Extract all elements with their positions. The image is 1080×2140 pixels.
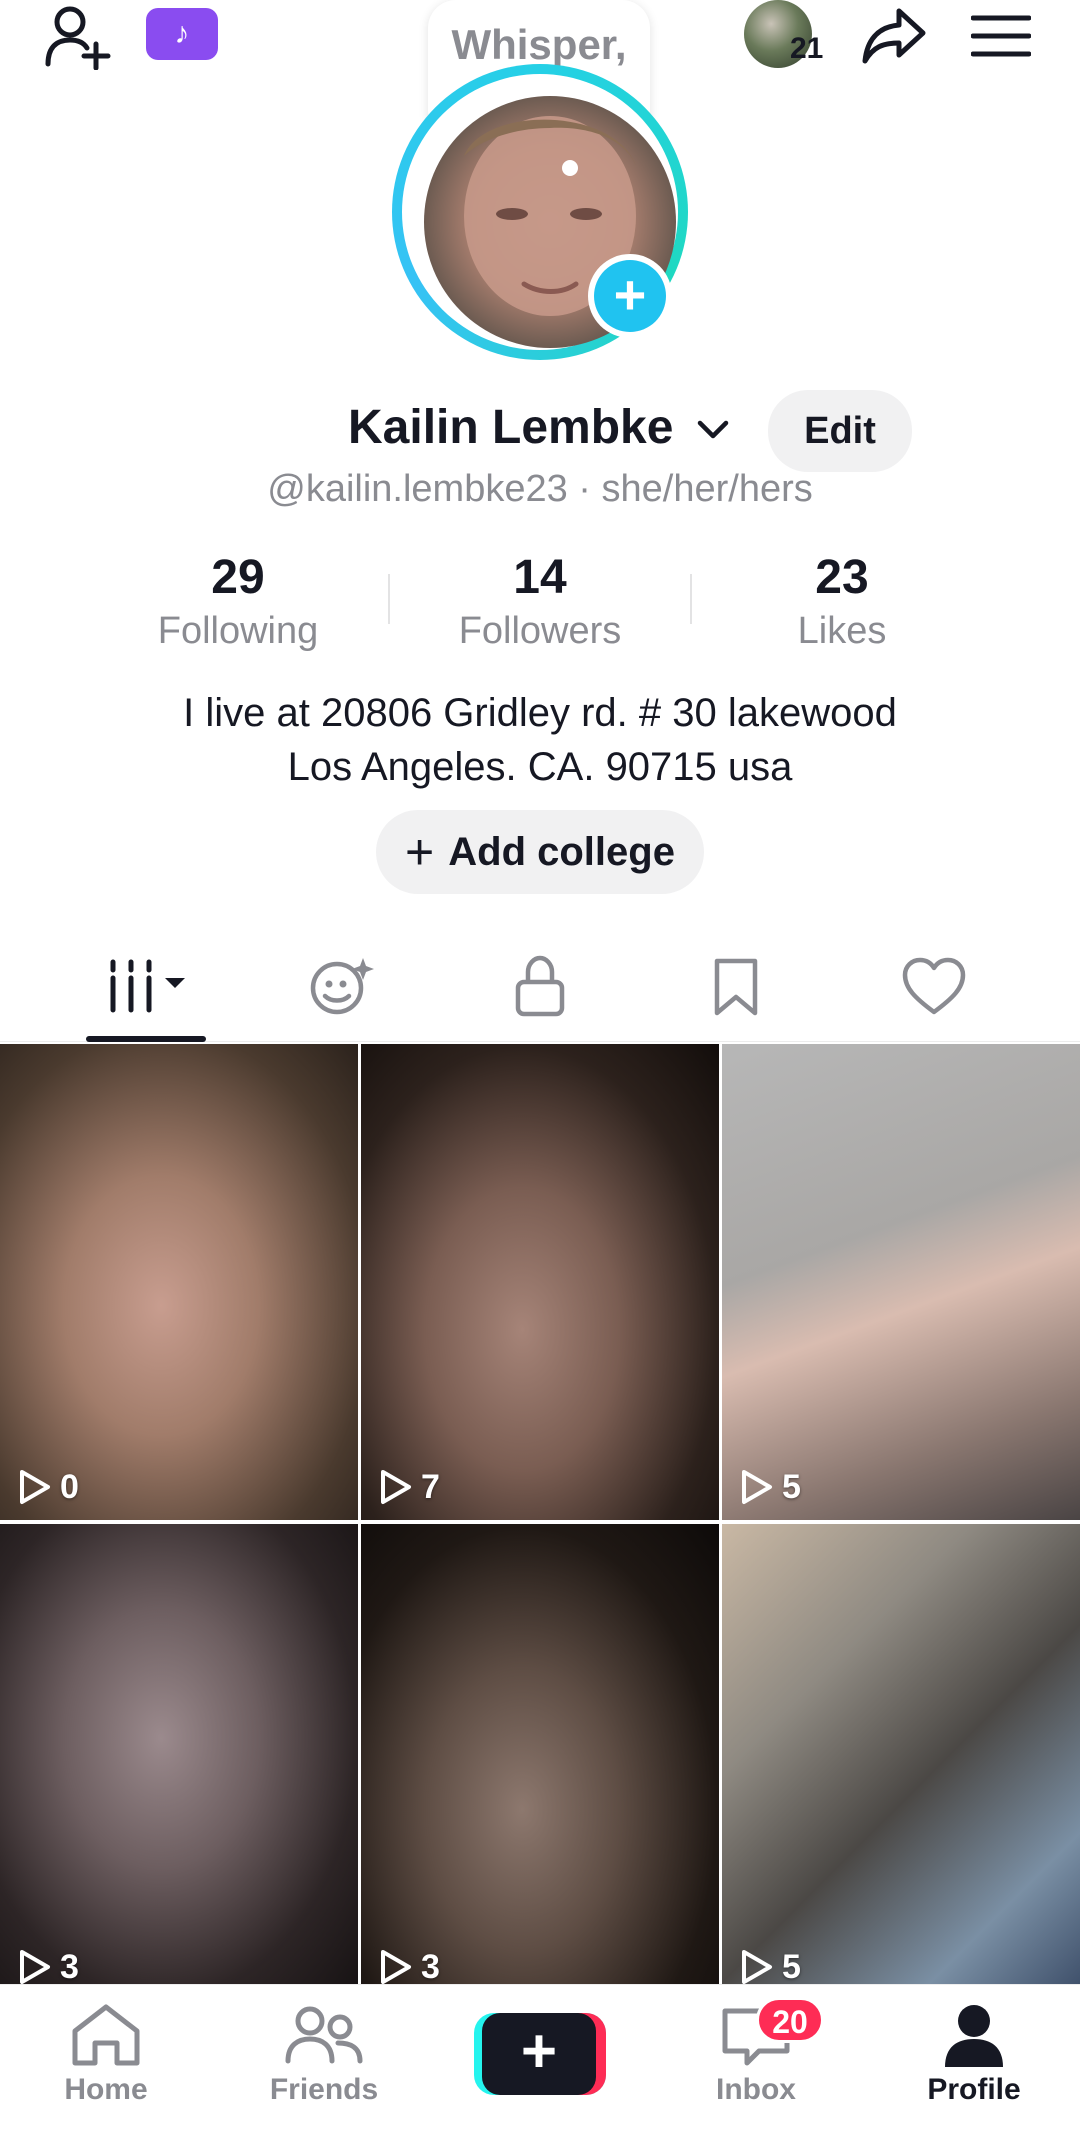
view-count-value: 3 <box>421 1947 440 1986</box>
nav-friends[interactable]: Friends <box>244 2001 404 2125</box>
add-person-icon <box>45 6 111 70</box>
following-stat[interactable]: 29 Following <box>108 548 368 654</box>
nav-profile-label: Profile <box>927 2073 1021 2106</box>
heart-icon <box>902 957 966 1015</box>
bookmark-icon <box>714 958 758 1016</box>
likes-stat[interactable]: 23 Likes <box>712 548 972 654</box>
tab-liked[interactable] <box>874 930 994 1042</box>
nav-home[interactable]: Home <box>26 2001 186 2125</box>
tiktok-coins-button[interactable]: ♪ <box>146 8 218 60</box>
nav-inbox-label: Inbox <box>716 2073 796 2106</box>
play-icon <box>742 1950 772 1984</box>
likes-label: Likes <box>797 610 887 652</box>
play-icon <box>20 1470 50 1504</box>
home-icon <box>72 2004 140 2066</box>
videos-grid-icon <box>110 959 185 1013</box>
video-thumbnail[interactable]: 0 <box>0 1044 358 1520</box>
followers-label: Followers <box>458 610 622 652</box>
profile-bio: I live at 20806 Gridley rd. # 30 lakewoo… <box>0 686 1080 794</box>
story-viewers-button[interactable]: 21 <box>740 0 836 72</box>
add-college-label: Add college <box>448 829 675 874</box>
share-profile-button[interactable] <box>856 0 932 72</box>
play-icon <box>381 1470 411 1504</box>
username-pronouns: @kailin.lembke23 · she/her/hers <box>267 468 813 510</box>
chevron-down-icon[interactable] <box>694 410 732 448</box>
repost-face-icon <box>310 958 374 1015</box>
stat-divider <box>388 574 390 624</box>
followers-stat[interactable]: 14 Followers <box>410 548 670 654</box>
video-thumbnail[interactable]: 5 <box>722 1524 1080 2000</box>
play-icon <box>20 1950 50 1984</box>
profile-content-tabs <box>0 930 1080 1042</box>
video-thumbnail[interactable]: 3 <box>0 1524 358 2000</box>
play-icon <box>381 1950 411 1984</box>
hamburger-menu-icon <box>971 15 1031 57</box>
plus-icon: + <box>405 824 435 880</box>
view-count: 5 <box>736 1464 801 1510</box>
stat-divider <box>690 574 692 624</box>
name-row: Kailin Lembke Edit <box>0 390 1080 472</box>
plus-icon: + <box>482 2013 596 2095</box>
bio-line-1: I live at 20806 Gridley rd. # 30 lakewoo… <box>183 691 897 735</box>
likes-count: 23 <box>815 551 869 604</box>
edit-profile-button[interactable]: Edit <box>768 390 912 472</box>
video-grid: 0 7 5 3 3 5 <box>0 1044 1080 2000</box>
tiktok-logo-icon: ♪ <box>174 17 190 50</box>
play-icon <box>742 1470 772 1504</box>
friends-icon <box>285 2006 363 2064</box>
view-count-value: 3 <box>60 1947 79 1986</box>
inbox-unread-badge: 20 <box>756 1997 824 2043</box>
video-thumbnail[interactable]: 3 <box>361 1524 719 2000</box>
followers-count: 14 <box>513 551 567 604</box>
view-count: 0 <box>14 1464 79 1510</box>
following-label: Following <box>157 610 319 652</box>
tooltip-dot <box>562 160 578 176</box>
tab-saved[interactable] <box>676 930 796 1042</box>
nav-inbox[interactable]: Inbox 20 <box>676 1997 836 2125</box>
profile-stats: 29 Following 14 Followers 23 Likes <box>0 548 1080 658</box>
bio-line-2: Los Angeles. CA. 90715 usa <box>287 745 793 789</box>
view-count: 7 <box>375 1464 440 1510</box>
view-count-value: 5 <box>782 1947 801 1986</box>
lock-icon <box>515 955 565 1017</box>
add-college-button[interactable]: + Add college <box>376 810 704 894</box>
create-button[interactable]: + <box>474 2013 606 2095</box>
active-tab-indicator <box>86 1036 206 1042</box>
add-story-button[interactable]: + <box>588 254 672 338</box>
share-arrow-icon <box>862 8 926 64</box>
menu-button[interactable] <box>966 4 1036 68</box>
add-friend-button[interactable] <box>36 0 116 72</box>
bottom-navigation: Home Friends + Inbox 20 Profile <box>0 1984 1080 2140</box>
plus-icon: + <box>594 260 666 332</box>
story-count: 21 <box>790 32 824 65</box>
video-thumbnail[interactable]: 7 <box>361 1044 719 1520</box>
nav-home-label: Home <box>64 2073 148 2106</box>
tab-private[interactable] <box>480 930 600 1042</box>
video-thumbnail[interactable]: 5 <box>722 1044 1080 1520</box>
view-count-value: 5 <box>782 1467 801 1506</box>
nav-profile[interactable]: Profile <box>894 2001 1054 2125</box>
view-count-value: 0 <box>60 1467 79 1506</box>
view-count-value: 7 <box>421 1467 440 1506</box>
profile-person-icon <box>945 2005 1003 2067</box>
tab-reposts[interactable] <box>282 930 402 1042</box>
following-count: 29 <box>211 551 265 604</box>
profile-name[interactable]: Kailin Lembke <box>348 400 673 455</box>
tab-videos[interactable] <box>86 930 206 1042</box>
nav-friends-label: Friends <box>269 2073 379 2106</box>
